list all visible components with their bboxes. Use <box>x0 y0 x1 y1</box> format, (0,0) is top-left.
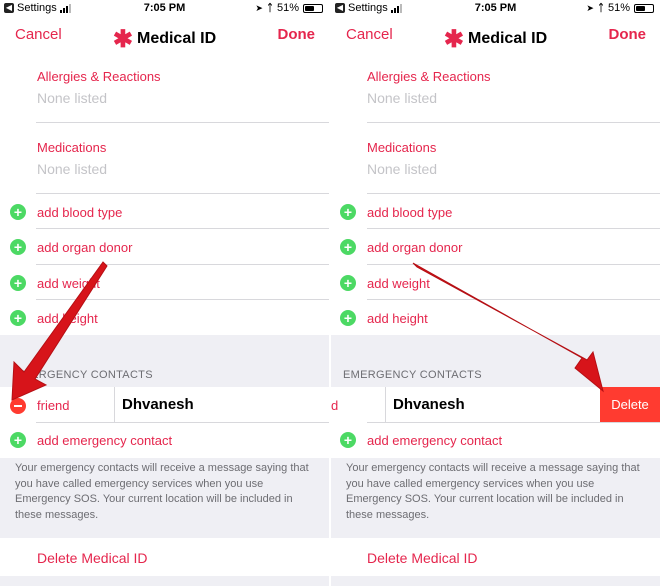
emergency-contacts-header: EMERGENCY CONTACTS <box>343 369 482 381</box>
field-divider <box>114 387 115 422</box>
add-weight[interactable]: add weight <box>367 276 430 291</box>
separator <box>36 422 329 423</box>
asterisk-icon: ✱ <box>112 26 133 53</box>
field-divider <box>385 387 386 422</box>
contact-name[interactable]: Dhvanesh <box>122 396 194 413</box>
emergency-note: Your emergency contacts will receive a m… <box>15 462 309 521</box>
delete-medical-id-button[interactable]: Delete Medical ID <box>367 550 478 566</box>
separator <box>36 193 329 194</box>
add-icon[interactable]: + <box>10 432 26 448</box>
battery-percent: 51% <box>607 2 630 14</box>
status-bar: ◀ Settings 7:05 PM ➤ ᛏ 51% <box>331 0 660 17</box>
separator <box>367 422 660 423</box>
add-icon[interactable]: + <box>10 275 26 291</box>
medications-label: Medications <box>37 140 107 155</box>
battery-percent: 51% <box>276 2 299 14</box>
medications-label: Medications <box>367 140 437 155</box>
add-weight[interactable]: add weight <box>37 276 100 291</box>
delete-contact-button[interactable]: Delete <box>600 387 660 422</box>
location-icon: ➤ <box>255 2 263 13</box>
page-title-text: Medical ID <box>136 30 217 47</box>
add-icon[interactable]: + <box>340 275 356 291</box>
add-height[interactable]: add height <box>37 311 98 326</box>
allergies-label: Allergies & Reactions <box>37 69 161 84</box>
asterisk-icon: ✱ <box>443 26 464 53</box>
delete-medical-id-button[interactable]: Delete Medical ID <box>37 550 148 566</box>
add-icon[interactable]: + <box>10 310 26 326</box>
medications-field[interactable]: None listed <box>37 161 107 177</box>
battery-icon <box>303 3 323 13</box>
add-icon[interactable]: + <box>340 239 356 255</box>
nav-bar: Cancel ✱ Medical ID Done <box>331 17 660 55</box>
add-organ-donor[interactable]: add organ donor <box>367 240 462 255</box>
allergies-field[interactable]: None listed <box>367 90 437 106</box>
page-title-text: Medical ID <box>467 30 548 47</box>
add-blood-type[interactable]: add blood type <box>37 205 122 220</box>
add-emergency-contact[interactable]: add emergency contact <box>367 433 502 448</box>
allergies-label: Allergies & Reactions <box>367 69 491 84</box>
add-icon[interactable]: + <box>340 432 356 448</box>
separator <box>367 299 660 300</box>
nav-bar: Cancel ✱ Medical ID Done <box>0 17 329 55</box>
separator <box>367 122 660 123</box>
location-icon: ➤ <box>586 2 594 13</box>
separator <box>36 264 329 265</box>
contact-relationship[interactable]: friend <box>37 398 70 413</box>
battery-icon <box>634 3 654 13</box>
status-bar: ◀ Settings 7:05 PM ➤ ᛏ 51% <box>0 0 329 17</box>
add-icon[interactable]: + <box>10 204 26 220</box>
done-button[interactable]: Done <box>609 26 647 43</box>
minus-icon[interactable] <box>10 398 26 414</box>
allergies-field[interactable]: None listed <box>37 90 107 106</box>
medications-field[interactable]: None listed <box>367 161 437 177</box>
separator <box>36 299 329 300</box>
contact-name[interactable]: Dhvanesh <box>393 396 465 413</box>
bluetooth-icon: ᛏ <box>266 2 273 14</box>
add-icon[interactable]: + <box>10 239 26 255</box>
separator <box>36 228 329 229</box>
add-blood-type[interactable]: add blood type <box>367 205 452 220</box>
emergency-note: Your emergency contacts will receive a m… <box>346 462 640 521</box>
contact-relationship[interactable]: d <box>331 398 338 413</box>
separator <box>367 264 660 265</box>
add-height[interactable]: add height <box>367 311 428 326</box>
emergency-contacts-header: EMERGENCY CONTACTS <box>14 369 153 381</box>
add-organ-donor[interactable]: add organ donor <box>37 240 132 255</box>
right-screen: ◀ Settings 7:05 PM ➤ ᛏ 51% Cancel ✱ Medic… <box>331 0 660 586</box>
add-emergency-contact[interactable]: add emergency contact <box>37 433 172 448</box>
separator <box>367 228 660 229</box>
add-icon[interactable]: + <box>340 204 356 220</box>
done-button[interactable]: Done <box>278 26 316 43</box>
add-icon[interactable]: + <box>340 310 356 326</box>
bluetooth-icon: ᛏ <box>597 2 604 14</box>
left-screen: ◀ Settings 7:05 PM ➤ ᛏ 51% Cancel ✱ Medic… <box>0 0 329 586</box>
separator <box>367 193 660 194</box>
separator <box>36 122 329 123</box>
